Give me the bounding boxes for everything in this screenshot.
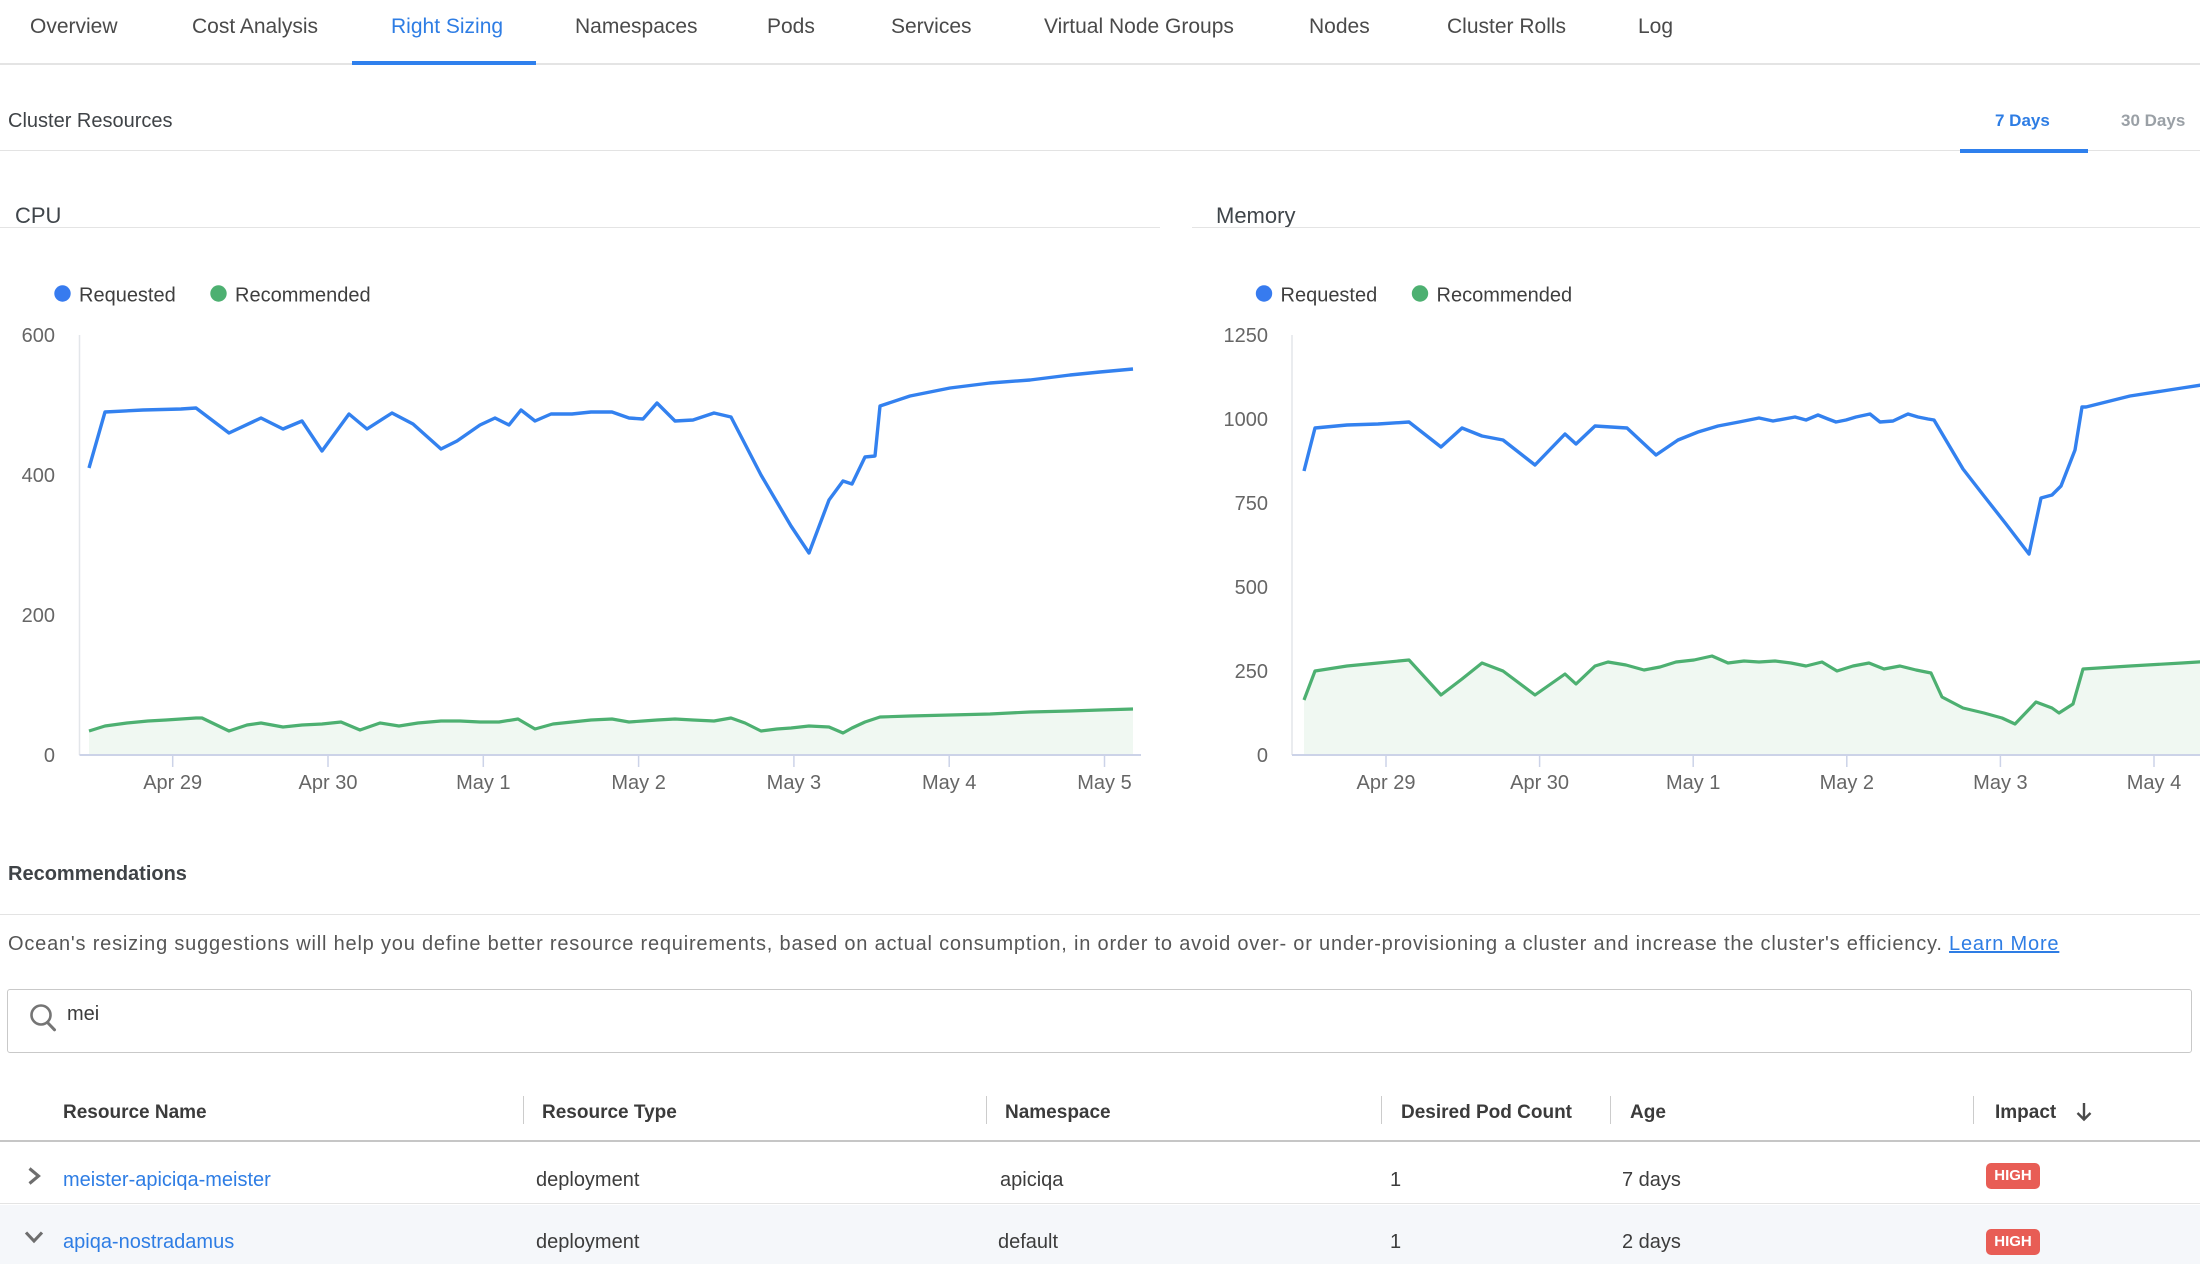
svg-text:May 4: May 4 — [2127, 772, 2181, 794]
svg-text:Apr 30: Apr 30 — [1510, 772, 1569, 794]
svg-text:May 4: May 4 — [922, 772, 976, 794]
svg-text:Requested: Requested — [79, 285, 176, 307]
svg-text:0: 0 — [1257, 745, 1268, 767]
svg-text:May 1: May 1 — [456, 772, 510, 794]
svg-text:Apr 30: Apr 30 — [299, 772, 358, 794]
svg-text:750: 750 — [1235, 493, 1268, 515]
svg-text:Requested: Requested — [1281, 285, 1378, 307]
svg-text:Recommended: Recommended — [235, 285, 371, 307]
svg-text:May 2: May 2 — [611, 772, 665, 794]
svg-text:1250: 1250 — [1224, 325, 1269, 347]
svg-text:200: 200 — [22, 605, 55, 627]
svg-text:May 5: May 5 — [1077, 772, 1131, 794]
svg-text:500: 500 — [1235, 577, 1268, 599]
svg-text:600: 600 — [22, 325, 55, 347]
svg-text:Apr 29: Apr 29 — [1357, 772, 1416, 794]
svg-text:May 2: May 2 — [1820, 772, 1874, 794]
svg-text:400: 400 — [22, 465, 55, 487]
svg-text:250: 250 — [1235, 661, 1268, 683]
svg-text:1000: 1000 — [1224, 409, 1269, 431]
svg-text:May 1: May 1 — [1666, 772, 1720, 794]
svg-text:Recommended: Recommended — [1437, 285, 1573, 307]
svg-text:0: 0 — [44, 745, 55, 767]
svg-text:May 3: May 3 — [767, 772, 821, 794]
svg-text:Apr 29: Apr 29 — [143, 772, 202, 794]
svg-text:May 3: May 3 — [1973, 772, 2027, 794]
